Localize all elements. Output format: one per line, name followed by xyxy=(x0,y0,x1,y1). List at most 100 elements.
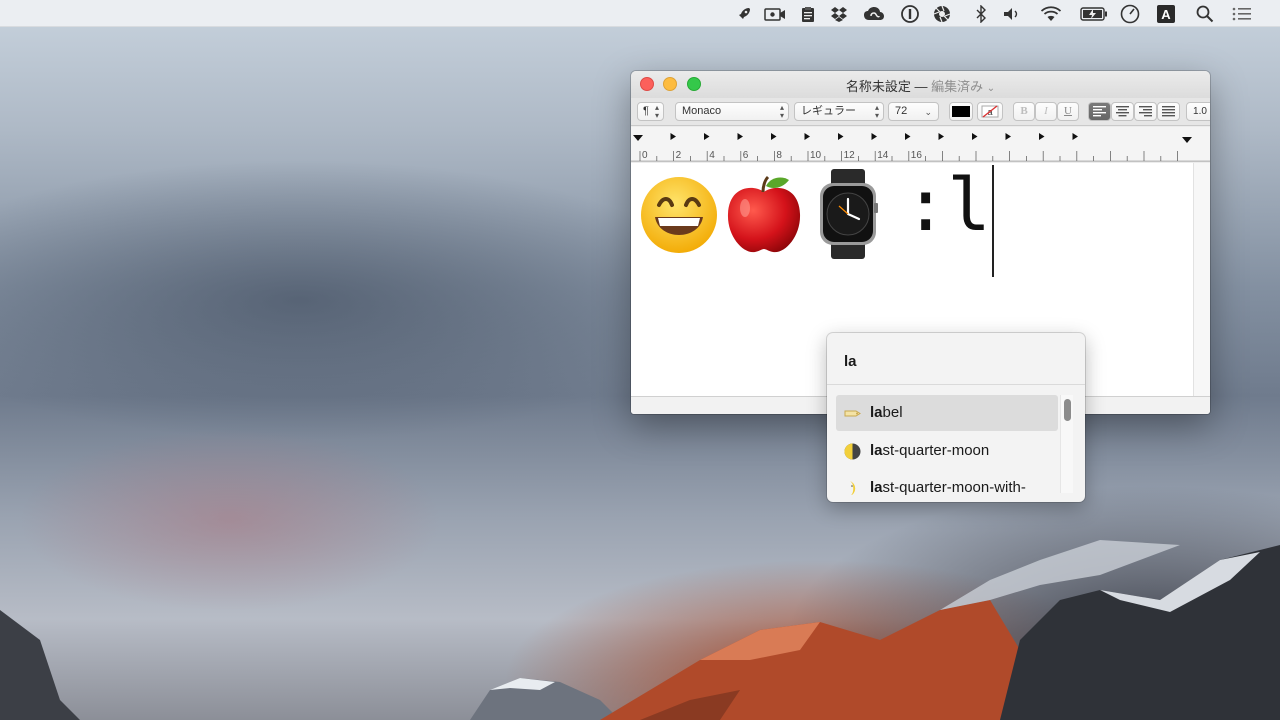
align-right-button[interactable] xyxy=(1134,102,1157,121)
align-center-button[interactable] xyxy=(1111,102,1134,121)
scrollbar-thumb[interactable] xyxy=(1064,399,1071,421)
wifi-icon[interactable] xyxy=(1040,3,1062,25)
watch-emoji[interactable] xyxy=(817,169,879,259)
edited-status: 編集済み xyxy=(931,79,984,94)
dropbox-icon[interactable] xyxy=(828,3,850,25)
creative-cloud-icon[interactable] xyxy=(863,3,885,25)
notification-center-icon[interactable] xyxy=(1231,3,1253,25)
tab-stop-marker[interactable] xyxy=(737,133,744,140)
right-indent-marker[interactable] xyxy=(1182,137,1192,143)
italic-button[interactable]: I xyxy=(1035,102,1057,121)
no-highlight-icon: a xyxy=(981,105,999,118)
ruler-label: 16 xyxy=(911,150,923,161)
align-justify-icon xyxy=(1162,106,1175,117)
suggestion-match: la xyxy=(870,479,883,495)
tab-stop-marker[interactable] xyxy=(804,133,811,140)
text-color-well[interactable] xyxy=(949,102,973,121)
font-style-select[interactable]: レギュラー ▴ ▾ xyxy=(794,102,884,121)
tab-stop-marker[interactable] xyxy=(838,133,844,140)
title-bar[interactable]: 名称未設定 — 編集済み ⌄ xyxy=(631,71,1210,98)
suggestion-scrollbar[interactable] xyxy=(1060,395,1073,493)
bluetooth-icon[interactable] xyxy=(970,3,992,25)
tab-stop-marker[interactable] xyxy=(1072,133,1079,140)
align-center-icon xyxy=(1116,106,1129,117)
battery-icon[interactable] xyxy=(1079,3,1109,25)
search-query: la xyxy=(844,353,857,370)
color-swatch xyxy=(952,106,970,117)
aperture-icon[interactable] xyxy=(931,3,953,25)
suggestion-rest: st-quarter-moon-with- xyxy=(882,479,1026,495)
rocket-icon[interactable] xyxy=(733,3,755,25)
ruler-label: 0 xyxy=(642,150,648,161)
tab-stop-marker[interactable] xyxy=(670,133,677,140)
ruler-label: 2 xyxy=(676,150,682,161)
align-right-icon xyxy=(1139,106,1152,117)
clipboard-icon[interactable] xyxy=(797,3,819,25)
ruler-label: 8 xyxy=(776,150,782,161)
dropdown-arrows-icon: ▴ ▾ xyxy=(654,102,659,120)
dropdown-arrows-icon: ▴ ▾ xyxy=(874,102,879,120)
typed-text: :l xyxy=(904,163,991,247)
tab-stop-marker[interactable] xyxy=(1005,133,1012,140)
tab-stop-marker[interactable] xyxy=(938,133,945,140)
dropdown-arrows-icon: ▴ ▾ xyxy=(779,102,784,120)
ruler-scale: 0 2 4 6 8 10 12 14 16 xyxy=(631,133,1210,162)
ruler-label: 12 xyxy=(844,150,856,161)
bold-button[interactable]: B xyxy=(1013,102,1035,121)
vertical-scrollbar[interactable] xyxy=(1193,163,1210,396)
chevron-down-icon: ⌄ xyxy=(924,106,932,117)
divider xyxy=(827,384,1085,385)
font-style-value: レギュラー xyxy=(801,105,856,117)
emoji-autocomplete-popover: la label last-quarter-moon last-quarter-… xyxy=(827,333,1085,502)
tab-stop-marker[interactable] xyxy=(704,133,710,140)
input-source-icon[interactable]: A xyxy=(1155,3,1177,25)
menu-bar: A xyxy=(0,0,1280,27)
align-left-icon xyxy=(1093,106,1106,117)
clock-icon[interactable] xyxy=(1119,3,1141,25)
window-title[interactable]: 名称未設定 — 編集済み ⌄ xyxy=(631,76,1210,95)
input-source-label: A xyxy=(1161,7,1171,22)
tab-stop-marker[interactable] xyxy=(1039,133,1045,140)
font-size-combobox[interactable]: 72 ⌄ xyxy=(888,102,939,121)
paragraph-icon: ¶ xyxy=(643,105,649,117)
ruler-label: 14 xyxy=(877,150,889,161)
justify-button[interactable] xyxy=(1157,102,1180,121)
ruler-label: 4 xyxy=(709,150,715,161)
suggestion-rest: bel xyxy=(882,404,903,421)
chevron-down-icon: ⌄ xyxy=(986,83,996,94)
highlight-color-well[interactable]: a xyxy=(977,102,1003,121)
grinning-face-emoji[interactable] xyxy=(639,175,719,255)
emoji-suggestion-list: label last-quarter-moon last-quarter-moo… xyxy=(836,395,1058,495)
title-separator: — xyxy=(914,79,928,94)
underline-button[interactable]: U xyxy=(1057,102,1079,121)
left-indent-marker[interactable] xyxy=(633,135,643,141)
ruler-label: 6 xyxy=(743,150,749,161)
tab-stop-marker[interactable] xyxy=(771,133,777,140)
font-family-select[interactable]: Monaco ▴ ▾ xyxy=(675,102,789,121)
text-caret xyxy=(992,165,994,277)
screen-record-icon[interactable] xyxy=(764,3,786,25)
format-toolbar: ¶ ▴▾ Monaco ▴▾ レギュラー ▴▾ 72 ⌄ a B I U xyxy=(631,98,1210,126)
last-quarter-moon-with-face-icon xyxy=(850,481,856,495)
suggestion-rest: st-quarter-moon xyxy=(882,442,990,459)
spotlight-icon[interactable] xyxy=(1194,3,1216,25)
font-size-value: 72 xyxy=(895,105,908,117)
tab-stop-marker[interactable] xyxy=(905,133,911,140)
red-apple-emoji[interactable] xyxy=(723,174,805,256)
suggestion-label[interactable]: label xyxy=(836,395,1058,431)
suggestion-last-quarter-moon-with-face[interactable]: last-quarter-moon-with- xyxy=(836,470,1058,495)
ruler-label: 10 xyxy=(810,150,822,161)
label-tag-icon xyxy=(844,410,861,417)
font-family-value: Monaco xyxy=(682,105,722,117)
document-name: 名称未設定 xyxy=(845,79,911,94)
suggestion-last-quarter-moon[interactable]: last-quarter-moon xyxy=(836,433,1058,469)
tab-stop-marker[interactable] xyxy=(871,133,878,140)
volume-icon[interactable] xyxy=(1001,3,1023,25)
line-spacing-select[interactable]: 1.0 xyxy=(1186,102,1210,121)
suggestion-match: la xyxy=(870,404,883,421)
onepassword-icon[interactable] xyxy=(899,3,921,25)
align-left-button[interactable] xyxy=(1088,102,1111,121)
ruler[interactable]: 0 2 4 6 8 10 12 14 16 xyxy=(631,127,1210,162)
paragraph-styles-button[interactable]: ¶ ▴ ▾ xyxy=(637,102,664,121)
tab-stop-marker[interactable] xyxy=(972,133,978,140)
